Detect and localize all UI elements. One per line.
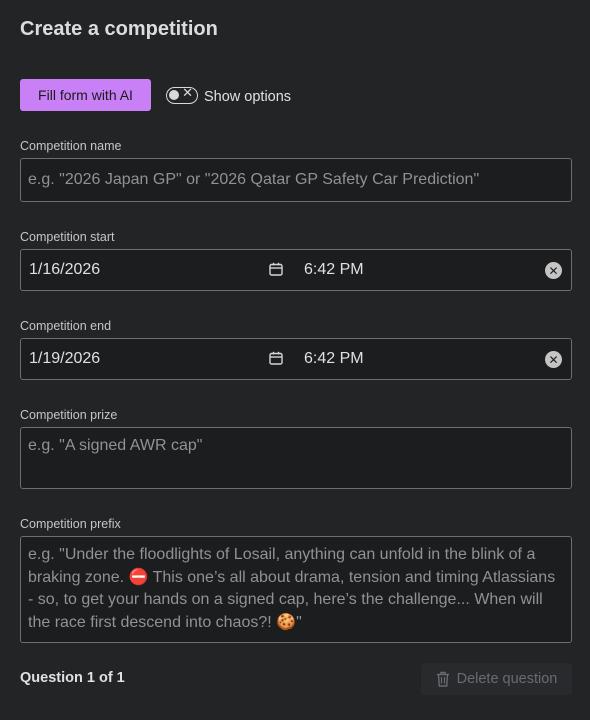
competition-end-picker[interactable]: 1/19/2026 6:42 PM ✕ (20, 338, 572, 380)
calendar-icon[interactable] (269, 262, 283, 276)
competition-prize-label: Competition prize (20, 408, 118, 422)
competition-prefix-placeholder: e.g. "Under the floodlights of Losail, a… (28, 546, 556, 631)
competition-name-input[interactable]: e.g. "2026 Japan GP" or "2026 Qatar GP S… (20, 158, 572, 202)
competition-start-label: Competition start (20, 230, 115, 244)
end-date-value[interactable]: 1/19/2026 (29, 350, 100, 368)
question-counter: Question 1 of 1 (20, 670, 125, 686)
toggle-switch[interactable]: ✕ (166, 86, 198, 104)
page-title: Create a competition (20, 18, 218, 40)
competition-name-placeholder: e.g. "2026 Japan GP" or "2026 Qatar GP S… (28, 171, 480, 188)
fill-with-ai-button[interactable]: Fill form with AI (20, 79, 151, 111)
show-options-toggle[interactable]: ✕ Show options (166, 86, 291, 105)
competition-end-label: Competition end (20, 319, 112, 333)
competition-prize-placeholder: e.g. "A signed AWR cap" (28, 437, 203, 454)
start-date-value[interactable]: 1/16/2026 (29, 261, 100, 279)
end-time-value[interactable]: 6:42 PM (304, 350, 364, 368)
competition-name-label: Competition name (20, 139, 122, 153)
delete-question-label: Delete question (456, 671, 558, 687)
toggle-label: Show options (204, 89, 292, 105)
competition-prize-textarea[interactable]: e.g. "A signed AWR cap" (20, 427, 572, 489)
competition-start-picker[interactable]: 1/16/2026 6:42 PM ✕ (20, 249, 572, 291)
delete-question-button[interactable]: Delete question (421, 663, 572, 695)
start-time-value[interactable]: 6:42 PM (304, 261, 364, 279)
competition-prefix-label: Competition prefix (20, 517, 121, 531)
trash-icon (436, 671, 449, 687)
x-icon: ✕ (182, 86, 193, 101)
calendar-icon[interactable] (269, 351, 283, 365)
clear-icon[interactable]: ✕ (545, 262, 562, 279)
clear-icon[interactable]: ✕ (545, 351, 562, 368)
toggle-knob (169, 90, 179, 100)
competition-prefix-textarea[interactable]: e.g. "Under the floodlights of Losail, a… (20, 536, 572, 643)
